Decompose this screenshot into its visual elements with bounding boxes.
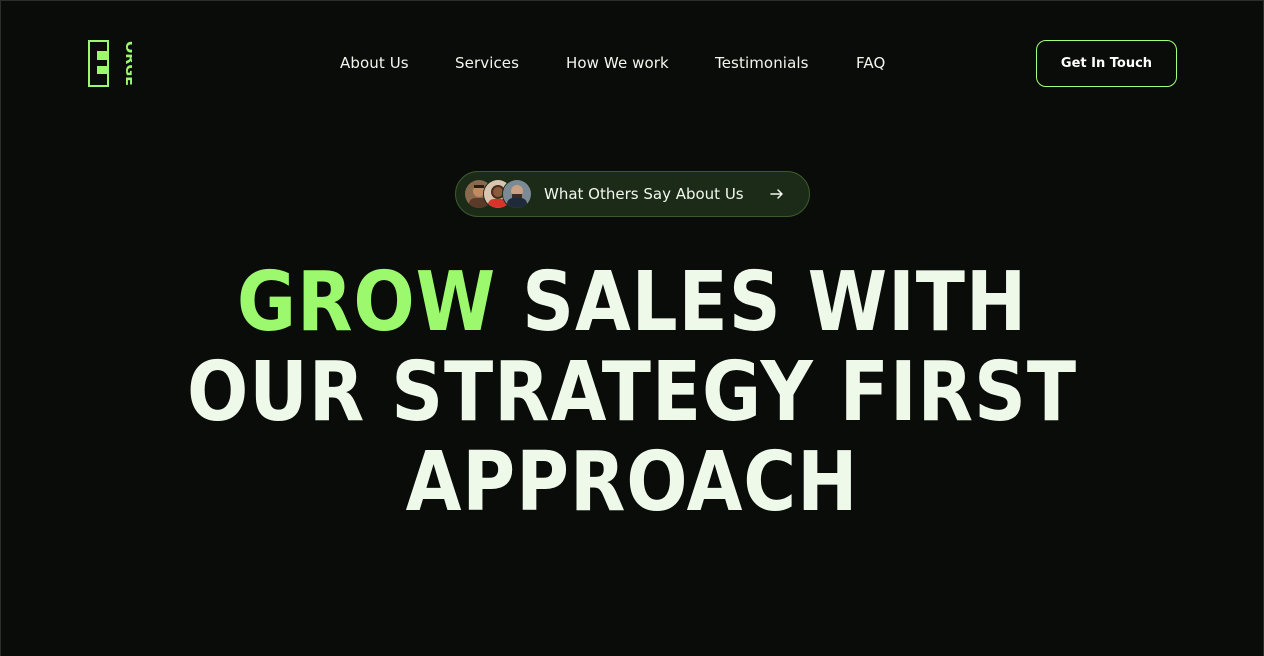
nav-services[interactable]: Services: [455, 52, 519, 74]
nav-about-us[interactable]: About Us: [340, 52, 409, 74]
headline-line-1: GROW SALES WITH: [76, 258, 1188, 348]
headline-line-3: APPROACH: [405, 435, 859, 530]
nav-how-we-work[interactable]: How We work: [566, 52, 669, 74]
testimonials-pill[interactable]: What Others Say About Us: [455, 171, 810, 217]
avatar: [502, 179, 532, 209]
headline-line-2: OUR STRATEGY FIRST: [187, 345, 1077, 440]
arrow-right-icon: [770, 189, 783, 199]
headline-line-1-rest: SALES WITH: [522, 255, 1028, 350]
get-in-touch-button[interactable]: Get In Touch: [1036, 40, 1177, 87]
avatar-group: [464, 179, 532, 209]
hero-headline: GROW SALES WITH OUR STRATEGY FIRST APPRO…: [76, 258, 1188, 528]
headline-accent-word: GROW: [236, 255, 497, 350]
nav-faq[interactable]: FAQ: [856, 52, 885, 74]
pill-label: What Others Say About Us: [544, 185, 744, 203]
nav-testimonials[interactable]: Testimonials: [715, 52, 809, 74]
